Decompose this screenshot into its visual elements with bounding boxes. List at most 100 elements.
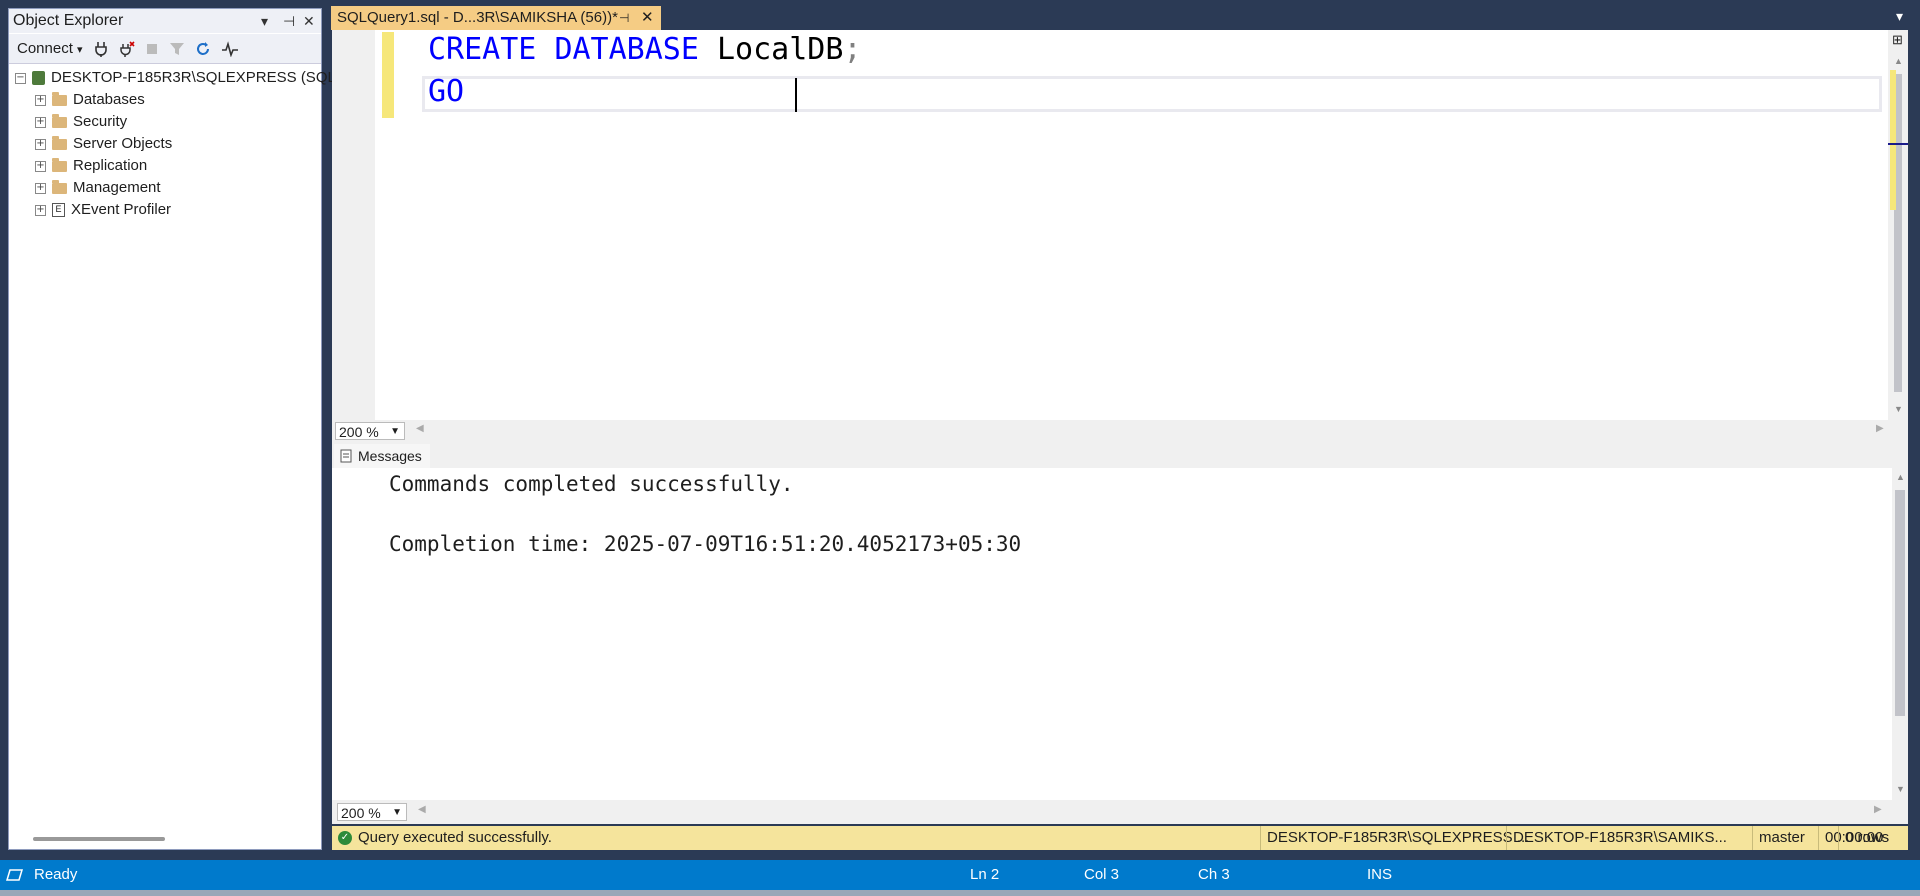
scroll-down-icon[interactable]: ▼ <box>1896 784 1905 794</box>
editor-zoom-select[interactable]: 200 % ▼ <box>335 422 405 440</box>
keyword-create: CREATE <box>428 32 537 67</box>
close-tab-icon[interactable]: ✕ <box>641 6 654 30</box>
tree-node-label: Server Objects <box>73 135 173 152</box>
server-icon <box>32 71 45 85</box>
status-user: DESKTOP-F185R3R\SAMIKS... <box>1506 826 1752 850</box>
query-status-bar: ✓ Query executed successfully. DESKTOP-F… <box>332 826 1908 850</box>
status-server: DESKTOP-F185R3R\SQLEXPRESS ... <box>1260 826 1529 850</box>
close-icon[interactable]: ✕ <box>303 9 315 33</box>
identifier-localdb: LocalDB <box>717 32 844 67</box>
folder-icon <box>52 135 67 150</box>
tree-node-label: XEvent Profiler <box>71 201 172 218</box>
tab-title: SQLQuery1.sql - D...3R\SAMIKSHA (56))* <box>337 9 618 26</box>
editor-gutter <box>332 30 375 420</box>
horizontal-scrollbar[interactable] <box>33 837 165 841</box>
status-column: Col 3 <box>1084 866 1120 883</box>
editor-horizontal-bar: 200 % ▼ ◀ ▶ <box>332 420 1908 442</box>
expand-icon[interactable]: + <box>35 138 46 150</box>
scrollbar-caret-marker <box>1888 143 1908 145</box>
expand-icon[interactable]: + <box>35 160 46 172</box>
pin-icon[interactable]: ⊣ <box>619 6 629 30</box>
scroll-right-icon[interactable]: ▶ <box>1874 804 1882 815</box>
chevron-down-icon: ▾ <box>77 44 83 56</box>
pin-icon[interactable]: ⊣ <box>283 9 295 33</box>
chevron-down-icon: ▼ <box>390 426 400 437</box>
scroll-up-icon[interactable]: ▲ <box>1894 56 1903 66</box>
results-scroll-thumb[interactable] <box>1895 490 1905 716</box>
status-row-count: 0 rows <box>1838 826 1889 850</box>
taskbar-edge <box>0 890 1920 896</box>
connect-button[interactable]: Connect ▾ <box>17 40 83 57</box>
xevent-icon: E <box>52 203 65 217</box>
status-ready: Ready <box>34 866 78 883</box>
result-message: Commands completed successfully. <box>389 472 794 496</box>
collapse-icon[interactable]: − <box>15 72 26 84</box>
split-editor-icon[interactable]: ⊞ <box>1892 32 1903 48</box>
tree-node-label: Replication <box>73 157 148 174</box>
folder-icon <box>52 179 67 194</box>
refresh-icon[interactable] <box>195 41 211 57</box>
expand-icon[interactable]: + <box>35 182 46 194</box>
folder-icon <box>52 91 67 106</box>
scroll-left-icon[interactable]: ◀ <box>418 804 426 815</box>
server-label: DESKTOP-F185R3R\SQLEXPRESS (SQL Se <box>51 69 358 86</box>
text-caret <box>795 78 797 112</box>
query-editor[interactable]: CREATE DATABASE LocalDB; GO ⊞ ▲ ▼ <box>332 30 1908 420</box>
tab-sqlquery1[interactable]: SQLQuery1.sql - D...3R\SAMIKSHA (56))* ⊣… <box>331 6 661 30</box>
tree-node-label: Databases <box>73 91 145 108</box>
keyword-database: DATABASE <box>554 32 699 67</box>
tab-list-dropdown-icon[interactable]: ▾ <box>1896 8 1903 25</box>
scroll-up-icon[interactable]: ▲ <box>1896 472 1905 482</box>
status-database: master <box>1752 826 1818 850</box>
application-status-bar: Ready Ln 2 Col 3 Ch 3 INS <box>0 860 1920 890</box>
object-explorer-title: Object Explorer <box>13 12 124 29</box>
results-horizontal-bar: 200 % ▼ ◀ ▶ <box>332 800 1908 824</box>
disconnect-icon[interactable] <box>119 40 135 57</box>
zoom-value: 200 % <box>339 424 379 440</box>
stop-icon[interactable] <box>145 42 159 56</box>
expand-icon[interactable]: + <box>35 204 46 216</box>
results-zoom-select[interactable]: 200 % ▼ <box>337 803 407 821</box>
activity-monitor-icon[interactable] <box>221 40 239 57</box>
tree-node-label: Management <box>73 179 161 196</box>
tree-node-label: Security <box>73 113 128 130</box>
scroll-down-icon[interactable]: ▼ <box>1894 404 1903 414</box>
filter-icon[interactable] <box>169 41 185 57</box>
tree-node-databases[interactable]: + Databases <box>35 89 145 111</box>
tree-node-security[interactable]: + Security <box>35 111 127 133</box>
success-check-icon: ✓ <box>338 831 352 845</box>
tree-node-xevent-profiler[interactable]: + E XEvent Profiler <box>35 199 171 221</box>
current-line-highlight <box>422 76 1882 112</box>
status-line: Ln 2 <box>970 866 1000 883</box>
query-status-message: Query executed successfully. <box>358 829 552 846</box>
change-tracking-bar <box>382 32 394 118</box>
code-line-1[interactable]: CREATE DATABASE LocalDB; <box>428 32 862 67</box>
object-explorer-panel: Object Explorer ▾ ⊣ ✕ Connect ▾ − DESKTO… <box>8 8 358 850</box>
semicolon: ; <box>843 32 862 67</box>
status-char: Ch 3 <box>1198 866 1230 883</box>
zoom-value: 200 % <box>341 805 381 821</box>
tree-node-replication[interactable]: + Replication <box>35 155 147 177</box>
window-position-icon[interactable]: ▾ <box>261 9 268 33</box>
status-insert-mode: INS <box>1367 866 1393 883</box>
code-line-2[interactable]: GO <box>428 74 464 109</box>
scroll-left-icon[interactable]: ◀ <box>416 423 424 434</box>
messages-pane[interactable]: Commands completed successfully. Complet… <box>332 468 1908 800</box>
tree-node-server-objects[interactable]: + Server Objects <box>35 133 172 155</box>
expand-icon[interactable]: + <box>35 94 46 106</box>
server-node[interactable]: − DESKTOP-F185R3R\SQLEXPRESS (SQL Se <box>15 67 358 89</box>
tab-messages[interactable]: Messages <box>334 444 430 468</box>
expand-icon[interactable]: + <box>35 116 46 128</box>
folder-icon <box>52 113 67 128</box>
object-explorer-title-bar: Object Explorer ▾ ⊣ ✕ <box>9 9 321 33</box>
keyword-go: GO <box>428 74 465 109</box>
output-window-icon[interactable] <box>6 868 24 882</box>
scroll-right-icon[interactable]: ▶ <box>1876 423 1884 434</box>
results-tab-bar <box>332 442 1908 468</box>
connect-label: Connect <box>17 40 73 57</box>
object-explorer-toolbar: Connect ▾ <box>9 34 321 64</box>
messages-tab-label: Messages <box>358 448 422 464</box>
tree-node-management[interactable]: + Management <box>35 177 161 199</box>
chevron-down-icon: ▼ <box>392 807 402 818</box>
connect-plug-icon[interactable] <box>93 41 109 57</box>
